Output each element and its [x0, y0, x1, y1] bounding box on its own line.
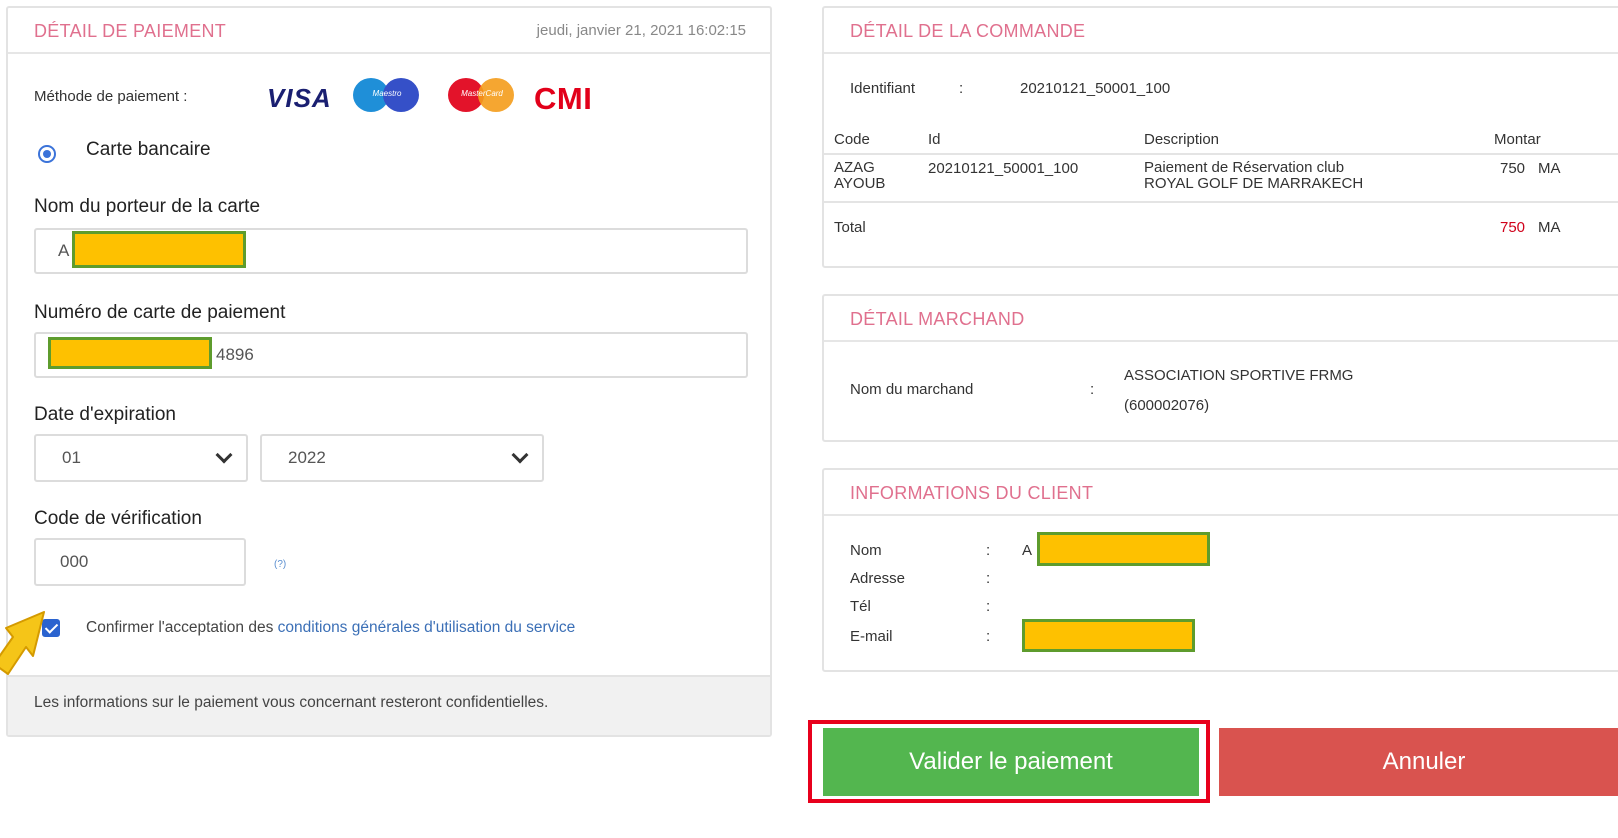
merchant-panel-header: DÉTAIL MARCHAND [824, 296, 1618, 342]
payment-method-label: Méthode de paiement : [34, 88, 188, 105]
column-amount: Montar [1494, 131, 1541, 148]
column-description: Description [1144, 131, 1220, 148]
maestro-logo: Maestro [353, 78, 421, 112]
terms-prefix: Confirmer l'acceptation des [86, 619, 274, 636]
pointer-arrow-icon [0, 611, 45, 675]
chevron-down-icon [511, 446, 529, 464]
visa-logo: VISA [267, 83, 332, 113]
payment-panel-header: DÉTAIL DE PAIEMENT jeudi, janvier 21, 20… [8, 8, 770, 54]
total-currency: MA [1538, 219, 1561, 236]
order-panel-title: DÉTAIL DE LA COMMANDE [850, 21, 1086, 41]
merchant-separator: : [1090, 381, 1095, 398]
mastercard-logo: MasterCard [448, 78, 516, 112]
confidentiality-note: Les informations sur le paiement vous co… [34, 694, 549, 711]
redaction-mask [48, 337, 212, 369]
merchant-name-line2: (600002076) [1124, 397, 1210, 414]
card-holder-value: A [58, 241, 70, 260]
client-separator: : [986, 542, 991, 559]
divider [824, 201, 1618, 203]
total-amount: 750 [1500, 219, 1526, 236]
chevron-down-icon [215, 446, 233, 464]
card-type-radio[interactable] [38, 145, 56, 163]
cvv-label: Code de vérification [34, 508, 202, 529]
expiry-month-value: 01 [62, 448, 81, 467]
merchant-name-label: Nom du marchand [850, 381, 974, 398]
order-panel-header: DÉTAIL DE LA COMMANDE [824, 8, 1618, 54]
payment-panel: DÉTAIL DE PAIEMENT jeudi, janvier 21, 20… [6, 6, 772, 737]
merchant-panel: DÉTAIL MARCHAND Nom du marchand : ASSOCI… [822, 294, 1618, 442]
redaction-mask [1022, 619, 1195, 652]
card-holder-label: Nom du porteur de la carte [34, 196, 261, 217]
cmi-logo: CMI [534, 81, 593, 116]
expiry-year-select[interactable]: 2022 [260, 434, 544, 482]
cancel-button[interactable]: Annuler [1219, 728, 1618, 796]
terms-text: Confirmer l'acceptation des conditions g… [86, 619, 575, 637]
cvv-input[interactable]: 000 [34, 538, 246, 586]
merchant-panel-title: DÉTAIL MARCHAND [850, 309, 1025, 329]
payment-footer: Les informations sur le paiement vous co… [8, 675, 770, 735]
row-description: Paiement de Réservation club ROYAL GOLF D… [1144, 159, 1364, 192]
total-label: Total [834, 219, 866, 236]
terms-link[interactable]: conditions générales d'utilisation du se… [278, 619, 576, 636]
redaction-mask [72, 231, 246, 268]
row-id: 20210121_50001_100 [928, 160, 1079, 177]
order-panel: DÉTAIL DE LA COMMANDE Identifiant : 2021… [822, 6, 1618, 268]
cvv-value: 000 [60, 552, 89, 571]
client-separator: : [986, 570, 991, 587]
client-panel: INFORMATIONS DU CLIENT Nom : A Adresse :… [822, 468, 1618, 672]
order-id-value: 20210121_50001_100 [1020, 80, 1171, 97]
card-holder-input[interactable]: A [34, 228, 748, 274]
expiry-label: Date d'expiration [34, 404, 176, 425]
card-number-input[interactable]: 4896 [34, 332, 748, 378]
merchant-name-line1: ASSOCIATION SPORTIVE FRMG [1124, 367, 1354, 384]
client-name-value: A [1022, 542, 1033, 559]
client-name-label: Nom [850, 542, 882, 559]
card-number-label: Numéro de carte de paiement [34, 302, 286, 323]
client-separator: : [986, 598, 991, 615]
client-address-label: Adresse [850, 570, 906, 587]
column-code: Code [834, 131, 870, 148]
row-code: AZAG AYOUB [834, 159, 886, 192]
client-panel-header: INFORMATIONS DU CLIENT [824, 470, 1618, 516]
cvv-help-icon[interactable]: (?) [274, 559, 286, 570]
divider [824, 153, 1618, 155]
redaction-mask [1037, 532, 1210, 566]
card-number-value: 4896 [216, 345, 254, 364]
expiry-year-value: 2022 [288, 448, 326, 467]
client-email-label: E-mail [850, 628, 893, 645]
card-type-label: Carte bancaire [86, 139, 211, 160]
expiry-month-select[interactable]: 01 [34, 434, 248, 482]
client-phone-label: Tél [850, 598, 871, 615]
client-separator: : [986, 628, 991, 645]
client-panel-title: INFORMATIONS DU CLIENT [850, 483, 1094, 503]
payment-panel-title: DÉTAIL DE PAIEMENT [34, 21, 227, 41]
column-id: Id [928, 131, 941, 148]
row-currency: MA [1538, 160, 1561, 177]
order-id-label: Identifiant [850, 80, 916, 97]
validate-payment-button[interactable]: Valider le paiement [823, 728, 1199, 796]
row-amount: 750 [1500, 160, 1526, 177]
order-id-separator: : [959, 80, 964, 97]
payment-datetime: jeudi, janvier 21, 2021 16:02:15 [536, 22, 746, 39]
